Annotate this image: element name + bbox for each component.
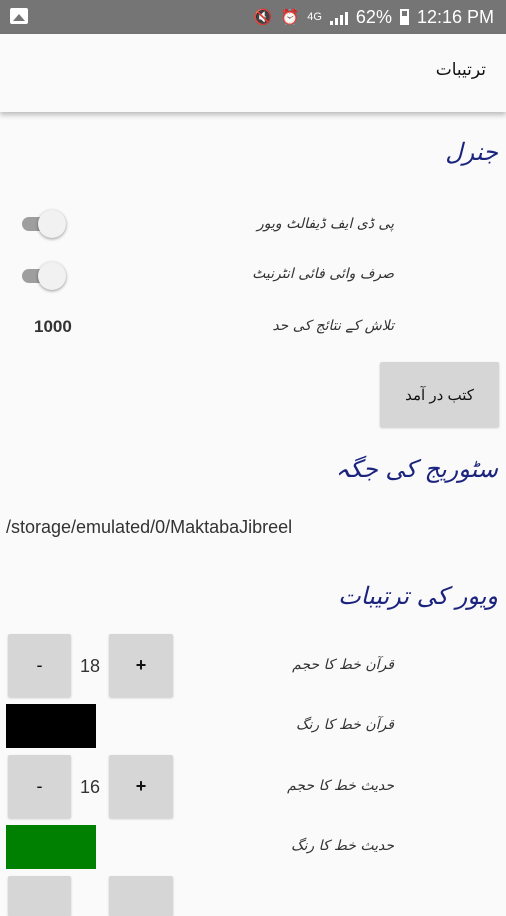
hadith-font-color-label: حدیث خط کا رنگ bbox=[290, 838, 394, 854]
hadith-font-size-increase-button[interactable]: + bbox=[109, 755, 173, 818]
battery-icon bbox=[399, 9, 409, 25]
status-bar: 🔇 ⏰ 4G 62% 12:16 PM bbox=[0, 0, 506, 34]
pdf-default-viewer-toggle[interactable] bbox=[22, 210, 66, 238]
quran-font-size-label: قرآن خط کا حجم bbox=[292, 657, 394, 673]
search-limit-value[interactable]: 1000 bbox=[34, 317, 72, 337]
mute-icon: 🔇 bbox=[253, 8, 273, 26]
alarm-icon: ⏰ bbox=[280, 8, 300, 26]
next-decrease-button[interactable] bbox=[8, 876, 71, 916]
quran-font-color-label: قرآن خط کا رنگ bbox=[296, 717, 394, 733]
clock: 12:16 PM bbox=[416, 6, 494, 27]
status-icons: 🔇 ⏰ 4G 62% 12:16 PM bbox=[254, 6, 494, 28]
network-type: 4G bbox=[307, 11, 322, 23]
search-limit-label: تلاش کے نتائج کی حد bbox=[272, 318, 394, 334]
toggle-knob bbox=[38, 210, 66, 238]
storage-path[interactable]: /storage/emulated/0/MaktabaJibreel bbox=[6, 517, 292, 538]
page-title: ترتیبات bbox=[435, 60, 486, 80]
app-bar: ترتیبات bbox=[0, 34, 506, 112]
quran-font-size-value: 18 bbox=[80, 656, 101, 676]
battery-percent: 62% bbox=[355, 6, 392, 27]
viewer-section-title: ویور کی ترتیبات bbox=[338, 582, 498, 610]
quran-font-color-swatch[interactable] bbox=[6, 704, 96, 748]
gallery-notification-icon bbox=[10, 8, 28, 24]
storage-section-title: سٹوریج کی جگہ bbox=[335, 455, 498, 483]
hadith-font-size-value: 16 bbox=[80, 777, 101, 797]
import-books-button[interactable]: کتب در آمد bbox=[380, 362, 499, 427]
wifi-only-label: صرف وائی فائی انٹرنیٹ bbox=[252, 266, 394, 282]
toggle-knob bbox=[38, 262, 66, 290]
hadith-font-size-label: حدیث خط کا حجم bbox=[287, 778, 394, 794]
wifi-only-toggle[interactable] bbox=[22, 262, 66, 290]
pdf-default-viewer-label: پی ڈی ایف ڈیفالٹ ویور bbox=[257, 216, 394, 232]
signal-icon bbox=[329, 9, 348, 25]
quran-font-size-increase-button[interactable]: + bbox=[109, 634, 173, 697]
next-increase-button[interactable] bbox=[109, 876, 173, 916]
hadith-font-color-swatch[interactable] bbox=[6, 825, 96, 869]
quran-font-size-decrease-button[interactable]: - bbox=[8, 634, 71, 697]
general-section-title: جنرل bbox=[445, 138, 498, 166]
hadith-font-size-decrease-button[interactable]: - bbox=[8, 755, 71, 818]
